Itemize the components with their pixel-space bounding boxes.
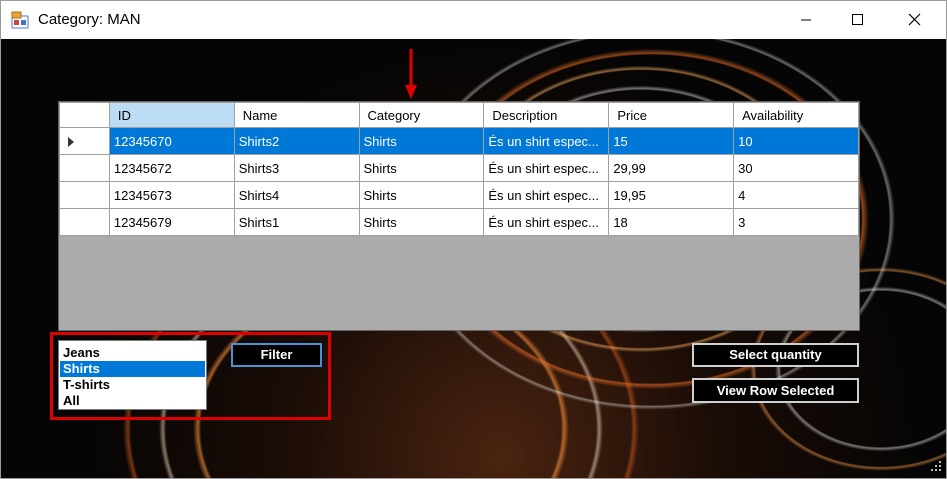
table-row[interactable]: 12345673 Shirts4 Shirts És un shirt espe…	[59, 181, 859, 209]
list-item[interactable]: Jeans	[60, 345, 205, 361]
row-header[interactable]	[59, 208, 110, 236]
cell-id[interactable]: 12345673	[108, 181, 235, 209]
annotation-arrow-icon	[405, 49, 417, 99]
column-header-category[interactable]: Category	[358, 102, 485, 128]
cell-availability[interactable]: 10	[733, 127, 859, 155]
cell-description[interactable]: És un shirt espec...	[483, 181, 610, 209]
cell-name[interactable]: Shirts1	[233, 208, 360, 236]
list-item[interactable]: All	[60, 393, 205, 409]
category-listbox[interactable]: Jeans Shirts T-shirts All	[58, 340, 207, 410]
list-item[interactable]: T-shirts	[60, 377, 205, 393]
app-icon	[11, 11, 29, 29]
list-item[interactable]: Shirts	[60, 361, 205, 377]
row-header[interactable]	[59, 181, 110, 209]
cell-availability[interactable]: 4	[733, 181, 859, 209]
select-quantity-button[interactable]: Select quantity	[692, 343, 859, 367]
cell-price[interactable]: 18	[608, 208, 735, 236]
table-row[interactable]: 12345670 Shirts2 Shirts És un shirt espe…	[59, 127, 859, 155]
cell-category[interactable]: Shirts	[358, 181, 485, 209]
current-row-icon	[68, 137, 74, 147]
cell-id[interactable]: 12345670	[108, 127, 235, 155]
row-header[interactable]	[59, 127, 110, 155]
column-header-availability[interactable]: Availability	[733, 102, 859, 128]
filter-button[interactable]: Filter	[231, 343, 322, 367]
cell-category[interactable]: Shirts	[358, 154, 485, 182]
column-header-price[interactable]: Price	[608, 102, 735, 128]
products-datagrid[interactable]: ID Name Category Description Price Avail…	[58, 101, 860, 331]
title-bar[interactable]: Category: MAN	[1, 1, 946, 39]
cell-description[interactable]: És un shirt espec...	[483, 127, 610, 155]
cell-price[interactable]: 15	[608, 127, 735, 155]
corner-header[interactable]	[59, 102, 110, 128]
window-title: Category: MAN	[38, 11, 141, 28]
products-table: ID Name Category Description Price Avail…	[59, 102, 859, 236]
minimize-icon	[801, 19, 811, 21]
cell-availability[interactable]: 3	[733, 208, 859, 236]
close-button[interactable]	[891, 1, 937, 39]
cell-price[interactable]: 19,95	[608, 181, 735, 209]
cell-category[interactable]: Shirts	[358, 127, 485, 155]
table-row[interactable]: 12345679 Shirts1 Shirts És un shirt espe…	[59, 208, 859, 236]
maximize-button[interactable]	[834, 1, 880, 39]
cell-description[interactable]: És un shirt espec...	[483, 208, 610, 236]
row-header[interactable]	[59, 154, 110, 182]
resize-grip-icon[interactable]	[929, 459, 943, 473]
cell-description[interactable]: És un shirt espec...	[483, 154, 610, 182]
column-header-id[interactable]: ID	[108, 102, 235, 128]
view-row-selected-button[interactable]: View Row Selected	[692, 378, 859, 403]
cell-name[interactable]: Shirts3	[233, 154, 360, 182]
cell-price[interactable]: 29,99	[608, 154, 735, 182]
cell-name[interactable]: Shirts2	[233, 127, 360, 155]
app-window: Category: MAN ID Name Category Descripti…	[0, 0, 947, 479]
maximize-icon	[852, 14, 863, 25]
table-row[interactable]: 12345672 Shirts3 Shirts És un shirt espe…	[59, 154, 859, 182]
column-header-description[interactable]: Description	[483, 102, 610, 128]
cell-category[interactable]: Shirts	[358, 208, 485, 236]
cell-availability[interactable]: 30	[733, 154, 859, 182]
cell-id[interactable]: 12345679	[108, 208, 235, 236]
cell-id[interactable]: 12345672	[108, 154, 235, 182]
form-client-area: ID Name Category Description Price Avail…	[1, 39, 946, 478]
minimize-button[interactable]	[783, 1, 829, 39]
close-icon	[908, 13, 921, 26]
header-row: ID Name Category Description Price Avail…	[59, 102, 859, 128]
column-header-name[interactable]: Name	[233, 102, 360, 128]
cell-name[interactable]: Shirts4	[233, 181, 360, 209]
